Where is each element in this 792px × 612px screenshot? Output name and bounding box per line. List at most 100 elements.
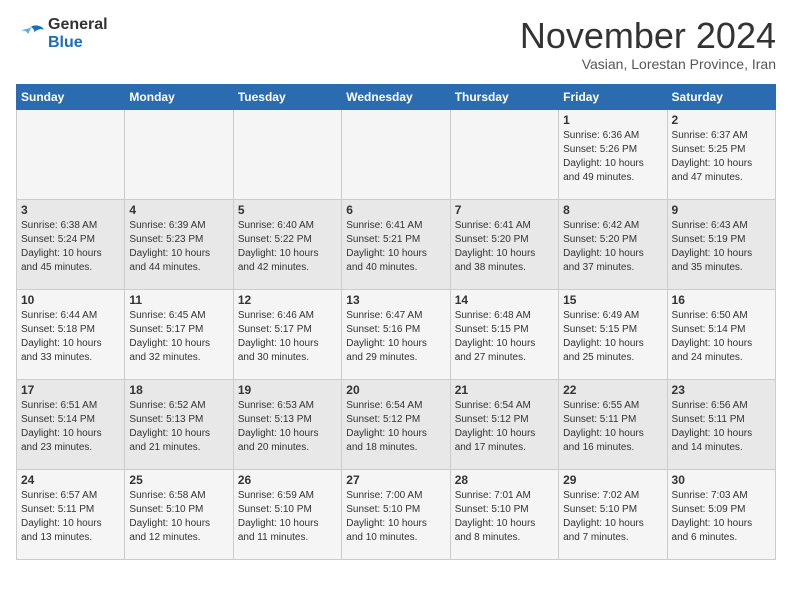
calendar-week-row: 1 Sunrise: 6:36 AM Sunset: 5:26 PM Daylig… [17, 109, 776, 199]
calendar-cell: 29 Sunrise: 7:02 AM Sunset: 5:10 PM Dayli… [559, 469, 667, 559]
day-number: 21 [455, 383, 554, 397]
calendar-cell: 2 Sunrise: 6:37 AM Sunset: 5:25 PM Daylig… [667, 109, 775, 199]
calendar-cell: 23 Sunrise: 6:56 AM Sunset: 5:11 PM Dayli… [667, 379, 775, 469]
calendar-cell [450, 109, 558, 199]
day-info: Sunrise: 6:39 AM Sunset: 5:23 PM Dayligh… [129, 219, 228, 275]
calendar-cell [233, 109, 341, 199]
weekday-header-row: SundayMondayTuesdayWednesdayThursdayFrid… [17, 84, 776, 109]
day-number: 27 [346, 473, 445, 487]
day-number: 20 [346, 383, 445, 397]
day-info: Sunrise: 6:36 AM Sunset: 5:26 PM Dayligh… [563, 129, 662, 185]
calendar-cell: 10 Sunrise: 6:44 AM Sunset: 5:18 PM Dayli… [17, 289, 125, 379]
day-number: 16 [672, 293, 771, 307]
weekday-header-tuesday: Tuesday [233, 84, 341, 109]
page-header: General Blue November 2024 Vasian, Lores… [16, 16, 776, 72]
calendar-cell: 4 Sunrise: 6:39 AM Sunset: 5:23 PM Daylig… [125, 199, 233, 289]
calendar-cell: 30 Sunrise: 7:03 AM Sunset: 5:09 PM Dayli… [667, 469, 775, 559]
day-info: Sunrise: 6:56 AM Sunset: 5:11 PM Dayligh… [672, 399, 771, 455]
calendar-cell: 25 Sunrise: 6:58 AM Sunset: 5:10 PM Dayli… [125, 469, 233, 559]
day-number: 26 [238, 473, 337, 487]
day-info: Sunrise: 6:50 AM Sunset: 5:14 PM Dayligh… [672, 309, 771, 365]
calendar-cell: 24Sunrise: 6:57 AM Sunset: 5:11 PM Dayli… [17, 469, 125, 559]
day-number: 24 [21, 473, 120, 487]
day-info: Sunrise: 6:46 AM Sunset: 5:17 PM Dayligh… [238, 309, 337, 365]
calendar-cell: 7 Sunrise: 6:41 AM Sunset: 5:20 PM Daylig… [450, 199, 558, 289]
day-number: 3 [21, 203, 120, 217]
day-number: 28 [455, 473, 554, 487]
day-info: Sunrise: 6:59 AM Sunset: 5:10 PM Dayligh… [238, 489, 337, 545]
calendar-cell [125, 109, 233, 199]
day-info: Sunrise: 6:53 AM Sunset: 5:13 PM Dayligh… [238, 399, 337, 455]
day-number: 14 [455, 293, 554, 307]
day-number: 8 [563, 203, 662, 217]
calendar-cell: 18Sunrise: 6:52 AM Sunset: 5:13 PM Dayli… [125, 379, 233, 469]
day-number: 1 [563, 113, 662, 127]
calendar-cell: 21 Sunrise: 6:54 AM Sunset: 5:12 PM Dayli… [450, 379, 558, 469]
weekday-header-friday: Friday [559, 84, 667, 109]
weekday-header-wednesday: Wednesday [342, 84, 450, 109]
day-number: 13 [346, 293, 445, 307]
day-number: 9 [672, 203, 771, 217]
calendar-week-row: 3 Sunrise: 6:38 AM Sunset: 5:24 PM Daylig… [17, 199, 776, 289]
calendar-cell: 1 Sunrise: 6:36 AM Sunset: 5:26 PM Daylig… [559, 109, 667, 199]
day-info: Sunrise: 6:42 AM Sunset: 5:20 PM Dayligh… [563, 219, 662, 275]
day-info: Sunrise: 6:38 AM Sunset: 5:24 PM Dayligh… [21, 219, 120, 275]
day-number: 4 [129, 203, 228, 217]
day-info: Sunrise: 7:01 AM Sunset: 5:10 PM Dayligh… [455, 489, 554, 545]
calendar-cell: 8 Sunrise: 6:42 AM Sunset: 5:20 PM Daylig… [559, 199, 667, 289]
calendar-cell: 16 Sunrise: 6:50 AM Sunset: 5:14 PM Dayli… [667, 289, 775, 379]
day-info: Sunrise: 6:47 AM Sunset: 5:16 PM Dayligh… [346, 309, 445, 365]
day-info: Sunrise: 6:48 AM Sunset: 5:15 PM Dayligh… [455, 309, 554, 365]
day-number: 5 [238, 203, 337, 217]
day-info: Sunrise: 6:43 AM Sunset: 5:19 PM Dayligh… [672, 219, 771, 275]
calendar-cell [342, 109, 450, 199]
day-number: 23 [672, 383, 771, 397]
month-title: November 2024 [520, 16, 776, 56]
day-info: Sunrise: 6:41 AM Sunset: 5:21 PM Dayligh… [346, 219, 445, 275]
weekday-header-thursday: Thursday [450, 84, 558, 109]
calendar-week-row: 24Sunrise: 6:57 AM Sunset: 5:11 PM Dayli… [17, 469, 776, 559]
day-info: Sunrise: 6:58 AM Sunset: 5:10 PM Dayligh… [129, 489, 228, 545]
day-info: Sunrise: 7:02 AM Sunset: 5:10 PM Dayligh… [563, 489, 662, 545]
day-number: 2 [672, 113, 771, 127]
calendar-cell: 12 Sunrise: 6:46 AM Sunset: 5:17 PM Dayli… [233, 289, 341, 379]
day-number: 17 [21, 383, 120, 397]
day-number: 30 [672, 473, 771, 487]
day-info: Sunrise: 6:40 AM Sunset: 5:22 PM Dayligh… [238, 219, 337, 275]
calendar-table: SundayMondayTuesdayWednesdayThursdayFrid… [16, 84, 776, 560]
day-info: Sunrise: 6:52 AM Sunset: 5:13 PM Dayligh… [129, 399, 228, 455]
weekday-header-monday: Monday [125, 84, 233, 109]
day-info: Sunrise: 6:37 AM Sunset: 5:25 PM Dayligh… [672, 129, 771, 185]
day-info: Sunrise: 6:45 AM Sunset: 5:17 PM Dayligh… [129, 309, 228, 365]
day-number: 11 [129, 293, 228, 307]
day-number: 6 [346, 203, 445, 217]
logo: General Blue [16, 16, 108, 51]
day-info: Sunrise: 7:03 AM Sunset: 5:09 PM Dayligh… [672, 489, 771, 545]
calendar-cell: 19Sunrise: 6:53 AM Sunset: 5:13 PM Dayli… [233, 379, 341, 469]
day-number: 12 [238, 293, 337, 307]
calendar-cell: 28 Sunrise: 7:01 AM Sunset: 5:10 PM Dayli… [450, 469, 558, 559]
calendar-cell: 26 Sunrise: 6:59 AM Sunset: 5:10 PM Dayli… [233, 469, 341, 559]
weekday-header-saturday: Saturday [667, 84, 775, 109]
day-number: 7 [455, 203, 554, 217]
day-number: 29 [563, 473, 662, 487]
day-info: Sunrise: 6:41 AM Sunset: 5:20 PM Dayligh… [455, 219, 554, 275]
calendar-cell [17, 109, 125, 199]
logo-text: General [48, 16, 108, 34]
location-subtitle: Vasian, Lorestan Province, Iran [520, 56, 776, 72]
day-info: Sunrise: 6:44 AM Sunset: 5:18 PM Dayligh… [21, 309, 120, 365]
title-section: November 2024 Vasian, Lorestan Province,… [520, 16, 776, 72]
calendar-cell: 15Sunrise: 6:49 AM Sunset: 5:15 PM Dayli… [559, 289, 667, 379]
day-number: 15 [563, 293, 662, 307]
day-info: Sunrise: 7:00 AM Sunset: 5:10 PM Dayligh… [346, 489, 445, 545]
calendar-cell: 9 Sunrise: 6:43 AM Sunset: 5:19 PM Daylig… [667, 199, 775, 289]
calendar-cell: 6 Sunrise: 6:41 AM Sunset: 5:21 PM Daylig… [342, 199, 450, 289]
calendar-cell: 20Sunrise: 6:54 AM Sunset: 5:12 PM Dayli… [342, 379, 450, 469]
calendar-cell: 5 Sunrise: 6:40 AM Sunset: 5:22 PM Daylig… [233, 199, 341, 289]
weekday-header-sunday: Sunday [17, 84, 125, 109]
calendar-cell: 3 Sunrise: 6:38 AM Sunset: 5:24 PM Daylig… [17, 199, 125, 289]
calendar-cell: 11 Sunrise: 6:45 AM Sunset: 5:17 PM Dayli… [125, 289, 233, 379]
day-info: Sunrise: 6:54 AM Sunset: 5:12 PM Dayligh… [455, 399, 554, 455]
day-number: 25 [129, 473, 228, 487]
day-number: 10 [21, 293, 120, 307]
